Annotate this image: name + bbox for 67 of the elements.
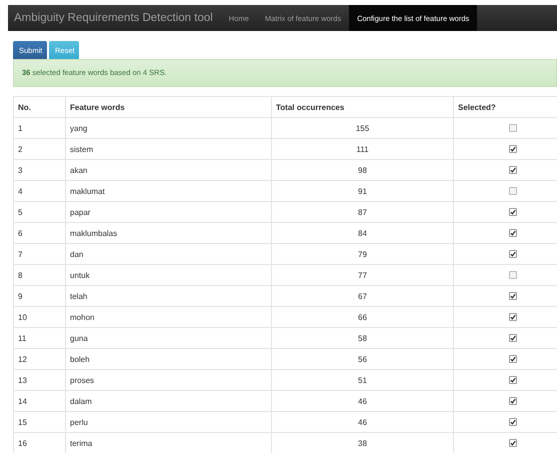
table-cell: untuk bbox=[66, 264, 272, 286]
checkbox[interactable] bbox=[509, 292, 517, 300]
table-cell: 12 bbox=[14, 348, 66, 370]
checkbox[interactable] bbox=[509, 439, 517, 448]
checkbox[interactable] bbox=[509, 418, 517, 426]
table-cell: 67 bbox=[272, 286, 454, 306]
table-cell: 2 bbox=[14, 138, 66, 160]
table-cell: 10 bbox=[14, 306, 66, 328]
table-cell: 87 bbox=[272, 202, 454, 222]
column-header: Total occurrences bbox=[272, 96, 454, 118]
table-cell: 6 bbox=[14, 222, 66, 244]
table-cell: 66 bbox=[272, 306, 454, 328]
checkbox[interactable] bbox=[509, 334, 517, 342]
table-cell: dan bbox=[66, 244, 272, 264]
table-cell: 46 bbox=[272, 390, 454, 412]
checkbox[interactable] bbox=[509, 313, 517, 322]
checkbox[interactable] bbox=[509, 187, 517, 196]
table-cell: 13 bbox=[14, 370, 66, 390]
table-cell: telah bbox=[66, 286, 272, 306]
checkbox[interactable] bbox=[509, 229, 517, 238]
table-cell: mohon bbox=[66, 306, 272, 328]
table-cell: 46 bbox=[272, 412, 454, 432]
table-cell: papar bbox=[66, 202, 272, 222]
checkbox[interactable] bbox=[509, 250, 517, 258]
table-cell: 84 bbox=[272, 222, 454, 244]
checkbox[interactable] bbox=[509, 208, 517, 216]
checkbox[interactable] bbox=[509, 376, 517, 384]
table-cell: 77 bbox=[272, 264, 454, 286]
checkbox[interactable] bbox=[509, 355, 517, 364]
table-cell: 155 bbox=[272, 118, 454, 138]
table-cell: akan bbox=[66, 160, 272, 180]
brand-title[interactable]: Ambiguity Requirements Detection tool bbox=[8, 5, 221, 31]
checkbox[interactable] bbox=[509, 271, 517, 280]
table-cell: perlu bbox=[66, 412, 272, 432]
checkbox[interactable] bbox=[509, 397, 517, 406]
checkbox[interactable] bbox=[509, 124, 517, 132]
table-cell: 58 bbox=[272, 328, 454, 348]
table-cell: 16 bbox=[14, 432, 66, 453]
table-cell: 5 bbox=[14, 202, 66, 222]
table-cell: 98 bbox=[272, 160, 454, 180]
table-cell: 7 bbox=[14, 244, 66, 264]
table-cell: boleh bbox=[66, 348, 272, 370]
table-cell: yang bbox=[66, 118, 272, 138]
table-cell: sistem bbox=[66, 138, 272, 160]
table-cell: 51 bbox=[272, 370, 454, 390]
table-cell: 3 bbox=[14, 160, 66, 180]
table-cell: maklumbalas bbox=[66, 222, 272, 244]
table-cell: 8 bbox=[14, 264, 66, 286]
column-header: No. bbox=[14, 96, 66, 118]
table-cell: 4 bbox=[14, 180, 66, 202]
column-header: Feature words bbox=[66, 96, 272, 118]
table-cell: 15 bbox=[14, 412, 66, 432]
table-cell: dalam bbox=[66, 390, 272, 412]
table-cell: 11 bbox=[14, 328, 66, 348]
table-cell: 1 bbox=[14, 118, 66, 138]
table-cell: 79 bbox=[272, 244, 454, 264]
table-cell: 14 bbox=[14, 390, 66, 412]
checkbox[interactable] bbox=[509, 166, 517, 174]
column-header: Selected? bbox=[454, 96, 557, 118]
table-cell: 91 bbox=[272, 180, 454, 202]
table-cell: 9 bbox=[14, 286, 66, 306]
table-cell: maklumat bbox=[66, 180, 272, 202]
table-cell: guna bbox=[66, 328, 272, 348]
table-cell: 111 bbox=[272, 138, 454, 160]
table-cell: 56 bbox=[272, 348, 454, 370]
table-cell: proses bbox=[66, 370, 272, 390]
checkbox[interactable] bbox=[509, 145, 517, 154]
